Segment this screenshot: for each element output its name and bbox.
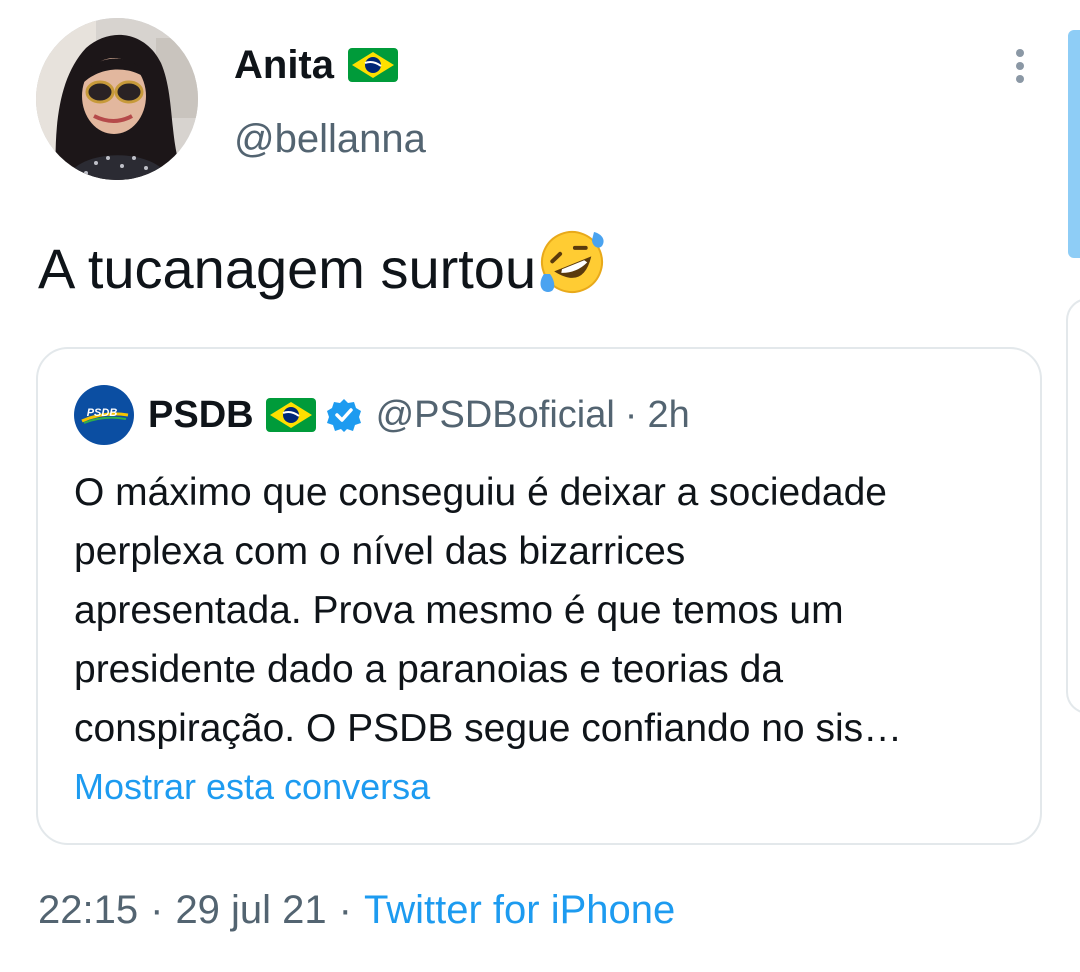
tweet-date[interactable]: 29 jul 21 (175, 888, 326, 932)
separator-dot: · (338, 888, 352, 932)
tweet-source-link[interactable]: Twitter for iPhone (364, 888, 675, 932)
tweet-time[interactable]: 22:15 (38, 888, 138, 932)
quoted-text-line: perplexa com o nível das bizarrices (74, 530, 686, 573)
quoted-tweet-time: 2h (647, 393, 690, 436)
separator-dot: · (150, 888, 164, 932)
profile-photo (36, 18, 198, 180)
author-avatar[interactable] (36, 18, 198, 180)
quoted-tweet-text: O máximo que conseguiu é deixar a socied… (74, 463, 1024, 758)
separator-dot: · (624, 393, 638, 436)
side-panel-edge (1066, 298, 1080, 714)
more-options-icon[interactable] (1008, 46, 1032, 86)
psdb-logo-text: PSDB (87, 407, 118, 419)
quoted-text-line: conspiração. O PSDB segue confiando no s… (74, 707, 903, 750)
quoted-author-handle: @PSDBoficial (375, 393, 615, 436)
quoted-text-line: presidente dado a paranoias e teorias da (74, 648, 784, 691)
show-thread-link[interactable]: Mostrar esta conversa (74, 764, 430, 810)
quoted-author-name: PSDB (148, 393, 254, 436)
author-handle[interactable]: @bellanna (234, 114, 426, 164)
quoted-text-line: apresentada. Prova mesmo é que temos um (74, 589, 844, 632)
scrollbar[interactable] (1068, 30, 1080, 258)
quoted-text-line: O máximo que conseguiu é deixar a socied… (74, 471, 887, 514)
tweet-text-content: A tucanagem surtou (38, 237, 537, 300)
tweet-text: A tucanagem surtou (38, 226, 608, 308)
brazil-flag-icon (265, 398, 316, 432)
quoted-tweet-card[interactable]: PSDB PSDB @PSDBoficial · 2h O máximo que… (36, 347, 1042, 845)
brazil-flag-icon (348, 48, 398, 82)
psdb-logo-avatar[interactable]: PSDB (74, 385, 134, 445)
rolling-on-the-floor-laughing-emoji-icon (540, 231, 604, 293)
tweet-meta: 22:15 · 29 jul 21 · Twitter for iPhone (38, 884, 675, 936)
quoted-tweet-header: PSDB PSDB @PSDBoficial · 2h (74, 385, 690, 445)
verified-badge-icon (326, 399, 361, 432)
author-display-name: Anita (234, 43, 334, 87)
author-name[interactable]: Anita (234, 40, 398, 90)
